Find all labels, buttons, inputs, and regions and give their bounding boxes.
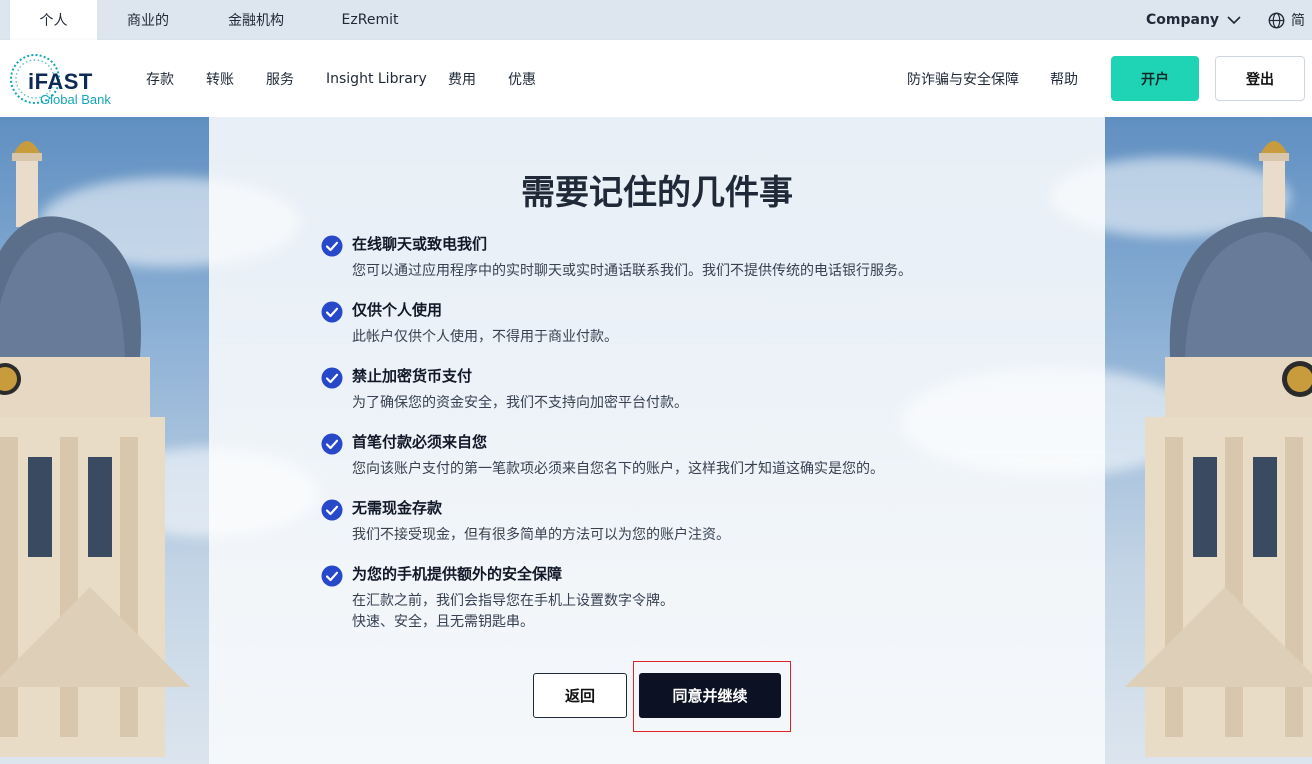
panel-title: 需要记住的几件事 xyxy=(521,173,793,213)
check-circle-icon xyxy=(321,301,343,323)
notice-item-desc: 在汇款之前，我们会指导您在手机上设置数字令牌。 xyxy=(352,593,674,609)
agree-continue-button[interactable]: 同意并继续 xyxy=(639,673,781,718)
segment-business[interactable]: 商业的 xyxy=(110,0,186,40)
notice-item-title: 仅供个人使用 xyxy=(352,301,443,319)
notice-item-title: 为您的手机提供额外的安全保障 xyxy=(352,565,563,583)
nav-help[interactable]: 帮助 xyxy=(1050,40,1078,117)
notice-item-desc: 您向该账户支付的第一笔款项必须来自您名下的账户，这样我们才知道这确实是您的。 xyxy=(352,461,884,477)
language-label: 简 xyxy=(1291,13,1305,29)
check-circle-icon xyxy=(321,367,343,389)
globe-icon xyxy=(1268,12,1285,28)
chevron-down-icon xyxy=(1227,16,1241,25)
check-circle-icon xyxy=(321,565,343,587)
language-switcher[interactable]: 简 xyxy=(1268,0,1305,40)
notice-item-title: 在线聊天或致电我们 xyxy=(352,235,488,253)
logo-subtitle: Global Bank xyxy=(40,92,111,107)
main-navbar: iFAST Global Bank 存款 转账 服务 Insight Libra… xyxy=(0,40,1312,117)
logout-button[interactable]: 登出 xyxy=(1215,56,1305,101)
segment-personal[interactable]: 个人 xyxy=(10,0,97,40)
right-dome-building xyxy=(1125,141,1312,757)
segment-ezremit[interactable]: EzRemit xyxy=(330,0,410,40)
check-circle-icon xyxy=(321,499,343,521)
segment-financial-institutions[interactable]: 金融机构 xyxy=(218,0,294,40)
notice-panel: 需要记住的几件事 在线聊天或致电我们 您可以通过应用程序中的实时聊天或实时通话联… xyxy=(209,117,1105,764)
notice-item-title: 无需现金存款 xyxy=(352,499,443,517)
back-button[interactable]: 返回 xyxy=(533,673,627,718)
check-circle-icon xyxy=(321,433,343,455)
nav-fraud-security[interactable]: 防诈骗与安全保障 xyxy=(907,40,1019,117)
company-dropdown[interactable]: Company xyxy=(1146,0,1241,40)
notice-item-desc: 此帐户仅供个人使用，不得用于商业付款。 xyxy=(352,329,618,345)
notice-item-title: 首笔付款必须来自您 xyxy=(352,433,488,451)
nav-deposits[interactable]: 存款 xyxy=(146,40,174,117)
nav-fees[interactable]: 费用 xyxy=(448,40,476,117)
segment-bar: 个人 商业的 金融机构 EzRemit Company 简 xyxy=(0,0,1312,40)
nav-offers[interactable]: 优惠 xyxy=(508,40,536,117)
nav-transfers[interactable]: 转账 xyxy=(206,40,234,117)
nav-insight-library[interactable]: Insight Library xyxy=(326,40,427,117)
check-circle-icon xyxy=(321,235,343,257)
notice-item-desc: 您可以通过应用程序中的实时聊天或实时通话联系我们。我们不提供传统的电话银行服务。 xyxy=(352,263,912,279)
notice-item-title: 禁止加密货币支付 xyxy=(352,367,473,385)
ifast-logo[interactable]: iFAST Global Bank xyxy=(8,52,128,108)
notice-item-desc-line2: 快速、安全，且无需钥匙串。 xyxy=(352,614,534,630)
nav-services[interactable]: 服务 xyxy=(266,40,294,117)
notice-item-desc: 为了确保您的资金安全，我们不支持向加密平台付款。 xyxy=(352,395,688,411)
left-dome-building xyxy=(0,141,190,757)
open-account-button[interactable]: 开户 xyxy=(1111,56,1199,101)
company-label: Company xyxy=(1146,12,1220,28)
notice-item-desc: 我们不接受现金，但有很多简单的方法可以为您的账户注资。 xyxy=(352,527,730,543)
